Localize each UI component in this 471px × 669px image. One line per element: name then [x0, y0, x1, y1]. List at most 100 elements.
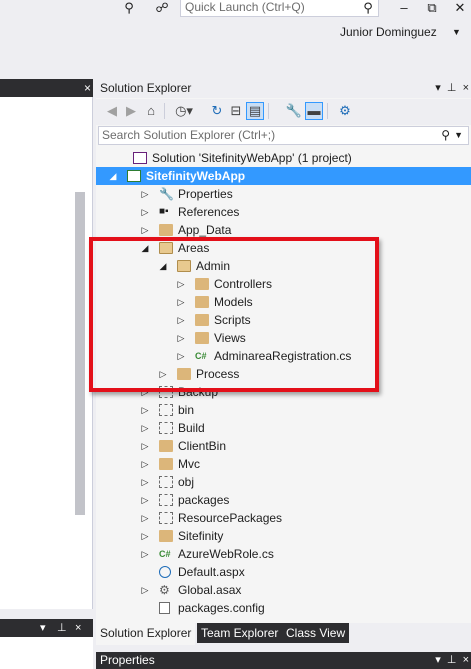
tree-item[interactable]: ▷ bin [96, 401, 471, 419]
tree-item[interactable]: ▷ Sitefinity [96, 527, 471, 545]
tree-item-label: Mvc [178, 457, 200, 471]
restore-icon[interactable]: ⧉ [424, 0, 440, 16]
collapsed-arrow-icon[interactable]: ▷ [140, 527, 150, 545]
references-icon: ■▪ [159, 206, 169, 217]
bottom-panel [0, 637, 93, 669]
collapsed-arrow-icon[interactable]: ▷ [140, 545, 150, 563]
show-all-files-icon[interactable]: ▤ [246, 102, 264, 120]
editor-area: × ▾ ⊥ × [0, 70, 93, 669]
home-icon[interactable]: ⌂ [142, 102, 160, 120]
tab-team-explorer[interactable]: Team Explorer [197, 623, 283, 643]
tree-item[interactable]: ▷ Mvc [96, 455, 471, 473]
title-bar: ⚲ ☍ Quick Launch (Ctrl+Q) ⚲ ‒ ⧉ ✕ Junior… [0, 0, 471, 70]
tree-item[interactable]: ▷ C# AzureWebRole.cs [96, 545, 471, 563]
tab-solution-explorer[interactable]: Solution Explorer [96, 623, 196, 645]
tree-item-label: obj [178, 475, 195, 489]
close-icon[interactable]: × [84, 79, 91, 97]
tree-item[interactable]: ▷ ResourcePackages [96, 509, 471, 527]
close-icon[interactable]: × [75, 619, 81, 637]
collapsed-arrow-icon[interactable]: ▷ [140, 203, 150, 221]
tree-item[interactable]: ▷ obj [96, 473, 471, 491]
search-icon[interactable]: ⚲ [441, 127, 450, 144]
document-tab-strip: × [0, 79, 93, 97]
tree-item[interactable]: ▷ ⚙ Global.asax [96, 581, 471, 599]
bottom-panel-header: ▾ ⊥ × [0, 619, 93, 637]
chevron-down-icon[interactable]: ▼ [452, 27, 461, 37]
tree-item-label: ResourcePackages [178, 511, 283, 525]
filter-icon[interactable]: ⚲ [122, 0, 136, 16]
tree-item-label: bin [178, 403, 195, 417]
tree-item[interactable]: Default.aspx [96, 563, 471, 581]
refresh-icon[interactable]: ↻ [208, 102, 226, 120]
solution-search-input[interactable]: Search Solution Explorer (Ctrl+;) ⚲ ▼ [98, 126, 469, 145]
solution-explorer-header: Solution Explorer ▾ ⊥ × [96, 79, 471, 98]
csharp-file-icon: C# [159, 549, 171, 559]
preview-icon[interactable]: ▬ [305, 102, 323, 120]
tree-item[interactable]: ◢ SitefinityWebApp [96, 167, 471, 185]
feedback-icon[interactable]: ☍ [154, 0, 170, 16]
quick-launch-input[interactable]: Quick Launch (Ctrl+Q) [180, 0, 379, 17]
config-file-icon [159, 602, 170, 614]
folder-hidden-icon [159, 422, 173, 434]
solution-icon [133, 152, 147, 164]
tree-item[interactable]: ▷ ClientBin [96, 437, 471, 455]
panel-title: Solution Explorer [100, 81, 192, 95]
collapsed-arrow-icon[interactable]: ▷ [140, 455, 150, 473]
pin-icon[interactable]: ⊥ [447, 82, 457, 94]
search-placeholder: Search Solution Explorer (Ctrl+;) [102, 128, 276, 142]
tree-item-label: Default.aspx [178, 565, 245, 579]
toolbar-separator [327, 103, 328, 119]
properties-panel-header: Properties ▾ ⊥ × [96, 652, 471, 669]
tree-item[interactable]: ▷ Build [96, 419, 471, 437]
window-position-icon[interactable]: ▾ [40, 619, 46, 637]
tree-item-label: Global.asax [178, 583, 242, 597]
collapsed-arrow-icon[interactable]: ▷ [140, 419, 150, 437]
folder-hidden-icon [159, 512, 173, 524]
folder-icon [159, 224, 173, 236]
collapsed-arrow-icon[interactable]: ▷ [140, 437, 150, 455]
panel-title: Properties [100, 653, 155, 667]
tree-item[interactable]: ▷ ■▪ References [96, 203, 471, 221]
close-icon[interactable]: ✕ [452, 0, 468, 16]
user-account-name[interactable]: Junior Dominguez [340, 25, 437, 39]
web-page-icon [159, 566, 171, 578]
toolbar-separator [268, 103, 269, 119]
tree-item-label: Sitefinity [178, 529, 224, 543]
collapse-all-icon[interactable]: ⊟ [227, 102, 245, 120]
window-position-icon[interactable]: ▾ [435, 654, 441, 666]
editor-scrollbar[interactable] [75, 192, 85, 515]
close-icon[interactable]: × [463, 82, 469, 94]
forward-icon[interactable]: ▶ [122, 102, 140, 120]
solution-explorer-tabs: Solution Explorer Team Explorer Class Vi… [96, 623, 471, 645]
folder-hidden-icon [159, 494, 173, 506]
collapsed-arrow-icon[interactable]: ▷ [140, 473, 150, 491]
global-asax-icon: ⚙ [159, 583, 170, 597]
folder-hidden-icon [159, 404, 173, 416]
collapsed-arrow-icon[interactable]: ▷ [140, 509, 150, 527]
window-position-icon[interactable]: ▾ [435, 82, 441, 94]
collapsed-arrow-icon[interactable]: ▷ [140, 581, 150, 599]
collapsed-arrow-icon[interactable]: ▷ [140, 185, 150, 203]
tree-item[interactable]: Solution 'SitefinityWebApp' (1 project) [96, 149, 471, 167]
expanded-arrow-icon[interactable]: ◢ [108, 167, 118, 185]
tree-item[interactable]: ▷ 🔧 Properties [96, 185, 471, 203]
properties-icon[interactable]: 🔧 [285, 102, 303, 120]
pin-icon[interactable]: ⊥ [447, 654, 457, 666]
folder-hidden-icon [159, 476, 173, 488]
collapsed-arrow-icon[interactable]: ▷ [140, 401, 150, 419]
tree-item[interactable]: ▷ packages [96, 491, 471, 509]
tree-item[interactable]: packages.config [96, 599, 471, 617]
pin-icon[interactable]: ⊥ [57, 619, 67, 637]
collapsed-arrow-icon[interactable]: ▷ [140, 491, 150, 509]
annotation-highlight-box [89, 237, 379, 392]
back-icon[interactable]: ◀ [103, 102, 121, 120]
chevron-down-icon[interactable]: ▼ [454, 127, 463, 144]
toolbar-separator [164, 103, 165, 119]
history-icon[interactable]: ◷▾ [170, 102, 198, 120]
tree-item-label: SitefinityWebApp [146, 169, 246, 183]
minimize-icon[interactable]: ‒ [397, 0, 411, 16]
search-icon[interactable]: ⚲ [358, 0, 378, 16]
close-icon[interactable]: × [463, 654, 469, 666]
settings-icon[interactable]: ⚙ [336, 102, 354, 120]
tab-class-view[interactable]: Class View [282, 623, 350, 643]
